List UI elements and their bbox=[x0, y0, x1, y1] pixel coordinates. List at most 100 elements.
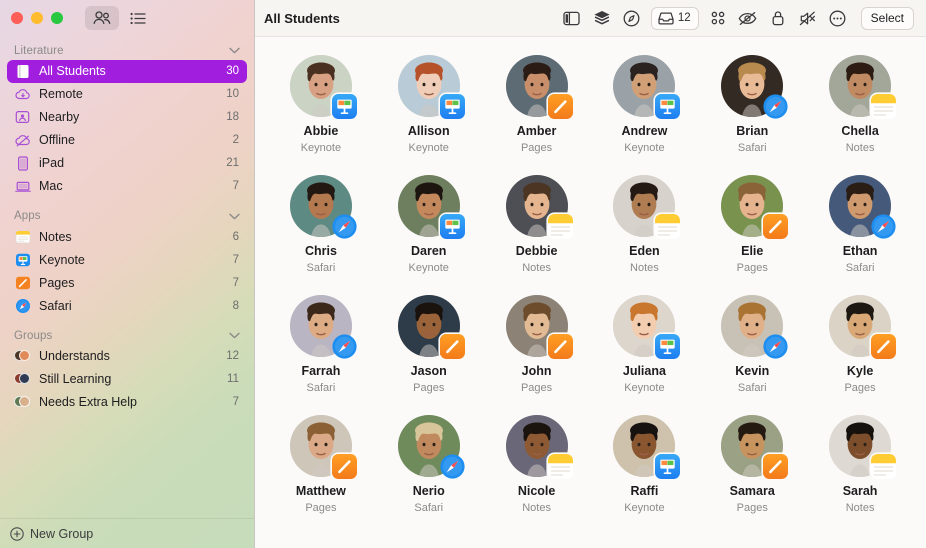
more-options-button[interactable] bbox=[824, 6, 852, 31]
new-group-button[interactable]: New Group bbox=[0, 518, 254, 548]
app-badge-keynote-icon bbox=[655, 94, 681, 119]
student-name: Amber bbox=[516, 124, 557, 138]
sidebar-section-header-apps[interactable]: Apps bbox=[0, 204, 254, 226]
student-card[interactable]: Matthew Pages bbox=[267, 411, 375, 531]
student-card[interactable]: Allison Keynote bbox=[375, 51, 483, 171]
sidebar-item-ipad[interactable]: iPad 21 bbox=[7, 152, 247, 175]
sidebar-item-nearby[interactable]: Nearby 18 bbox=[7, 106, 247, 129]
sidebar-item-notes[interactable]: Notes 6 bbox=[7, 226, 247, 249]
sidebar-item-count: 21 bbox=[226, 157, 239, 170]
student-name: Jason bbox=[410, 364, 447, 378]
student-name: Ethan bbox=[842, 244, 878, 258]
student-card[interactable]: John Pages bbox=[483, 291, 591, 411]
student-card[interactable]: Abbie Keynote bbox=[267, 51, 375, 171]
sidebar-item-understands[interactable]: Understands 12 bbox=[7, 345, 247, 368]
student-card[interactable]: Nicole Notes bbox=[483, 411, 591, 531]
app-badge-pages-icon bbox=[871, 334, 897, 359]
sidebar-item-all-students[interactable]: All Students 30 bbox=[7, 60, 247, 83]
student-card[interactable]: Kevin Safari bbox=[698, 291, 806, 411]
sidebar-item-label: Needs Extra Help bbox=[39, 395, 137, 410]
navigate-button[interactable] bbox=[618, 6, 646, 31]
group-avatars-icon bbox=[14, 394, 31, 411]
student-card[interactable]: Brian Safari bbox=[698, 51, 806, 171]
avatar-wrap bbox=[829, 55, 897, 119]
student-card[interactable]: Sarah Notes bbox=[806, 411, 914, 531]
app-badge-keynote-icon bbox=[331, 94, 357, 119]
student-card[interactable]: Jason Pages bbox=[375, 291, 483, 411]
avatar-wrap bbox=[505, 175, 573, 239]
hide-screen-button[interactable] bbox=[734, 6, 762, 31]
student-card[interactable]: Debbie Notes bbox=[483, 171, 591, 291]
sidebar-item-label: Offline bbox=[39, 133, 75, 148]
avatar-wrap bbox=[613, 175, 681, 239]
student-card[interactable]: Daren Keynote bbox=[375, 171, 483, 291]
list-view-button[interactable] bbox=[121, 6, 155, 30]
sidebar-item-label: All Students bbox=[39, 64, 106, 79]
sidebar-toggle-icon bbox=[563, 11, 580, 25]
app-badge-notes-icon bbox=[871, 454, 897, 479]
close-window-button[interactable] bbox=[11, 12, 23, 24]
mute-button[interactable] bbox=[794, 6, 822, 31]
sidebar-item-count: 6 bbox=[232, 230, 239, 243]
student-current-app: Pages bbox=[305, 501, 337, 514]
sidebar-item-keynote[interactable]: Keynote 7 bbox=[7, 249, 247, 272]
sidebar-item-offline[interactable]: Offline 2 bbox=[7, 129, 247, 152]
sidebar-item-remote[interactable]: Remote 10 bbox=[7, 83, 247, 106]
select-button[interactable]: Select bbox=[860, 6, 914, 30]
student-current-app: Notes bbox=[522, 261, 551, 274]
student-card[interactable]: Samara Pages bbox=[698, 411, 806, 531]
student-card[interactable]: Chella Notes bbox=[806, 51, 914, 171]
new-group-label: New Group bbox=[30, 526, 94, 541]
student-name: Farrah bbox=[301, 364, 341, 378]
layers-button[interactable] bbox=[588, 6, 616, 31]
student-card[interactable]: Juliana Keynote bbox=[591, 291, 699, 411]
student-card[interactable]: Kyle Pages bbox=[806, 291, 914, 411]
apps-grid-button[interactable] bbox=[704, 6, 732, 31]
student-current-app: Keynote bbox=[624, 501, 665, 514]
sidebar-item-needs-extra-help[interactable]: Needs Extra Help 7 bbox=[7, 391, 247, 414]
minimize-window-button[interactable] bbox=[31, 12, 43, 24]
avatar-wrap bbox=[721, 295, 788, 359]
student-card[interactable]: Chris Safari bbox=[267, 171, 375, 291]
sidebar-item-still-learning[interactable]: Still Learning 11 bbox=[7, 368, 247, 391]
student-current-app: Pages bbox=[520, 141, 553, 154]
sidebar-item-label: iPad bbox=[39, 156, 65, 171]
student-card[interactable]: Ethan Safari bbox=[806, 171, 914, 291]
sidebar-item-mac[interactable]: Mac 7 bbox=[7, 175, 247, 198]
student-card[interactable]: Eden Notes bbox=[591, 171, 699, 291]
student-current-app: Pages bbox=[736, 261, 768, 274]
sidebar-toggle-button[interactable] bbox=[558, 6, 586, 31]
chevron-down-icon[interactable] bbox=[229, 332, 240, 339]
app-badge-safari-icon bbox=[332, 214, 357, 239]
sidebar-section-header-literature[interactable]: Literature bbox=[0, 38, 254, 60]
inbox-button[interactable]: 12 bbox=[650, 6, 699, 30]
app-badge-keynote-icon bbox=[439, 214, 465, 239]
student-current-app: Pages bbox=[520, 381, 553, 394]
sidebar-section-header-groups[interactable]: Groups bbox=[0, 323, 254, 345]
student-card[interactable]: Andrew Keynote bbox=[591, 51, 699, 171]
sidebar-item-pages[interactable]: Pages 7 bbox=[7, 272, 247, 295]
student-card[interactable]: Amber Pages bbox=[483, 51, 591, 171]
chevron-down-icon[interactable] bbox=[229, 47, 240, 54]
app-badge-keynote-icon bbox=[439, 94, 465, 119]
sidebar-item-safari[interactable]: Safari 8 bbox=[7, 295, 247, 318]
app-badge-pages-icon bbox=[763, 214, 789, 239]
people-grid-view-button[interactable] bbox=[85, 6, 119, 30]
chevron-down-icon[interactable] bbox=[229, 213, 240, 220]
mute-icon bbox=[799, 11, 816, 25]
student-card[interactable]: Nerio Safari bbox=[375, 411, 483, 531]
student-name: Chris bbox=[304, 244, 337, 258]
student-card[interactable]: Elie Pages bbox=[698, 171, 806, 291]
student-card[interactable]: Raffi Keynote bbox=[591, 411, 699, 531]
student-card[interactable]: Farrah Safari bbox=[267, 291, 375, 411]
zoom-window-button[interactable] bbox=[51, 12, 63, 24]
lock-screen-button[interactable] bbox=[764, 6, 792, 31]
student-name: Andrew bbox=[621, 124, 668, 138]
sidebar-item-count: 8 bbox=[232, 299, 239, 312]
app-badge-notes-icon bbox=[547, 454, 573, 479]
avatar-wrap bbox=[613, 415, 681, 479]
ipad-icon bbox=[14, 155, 31, 172]
avatar-wrap bbox=[397, 295, 465, 359]
student-current-app: Safari bbox=[737, 381, 767, 394]
sidebar-item-label: Remote bbox=[39, 87, 83, 102]
